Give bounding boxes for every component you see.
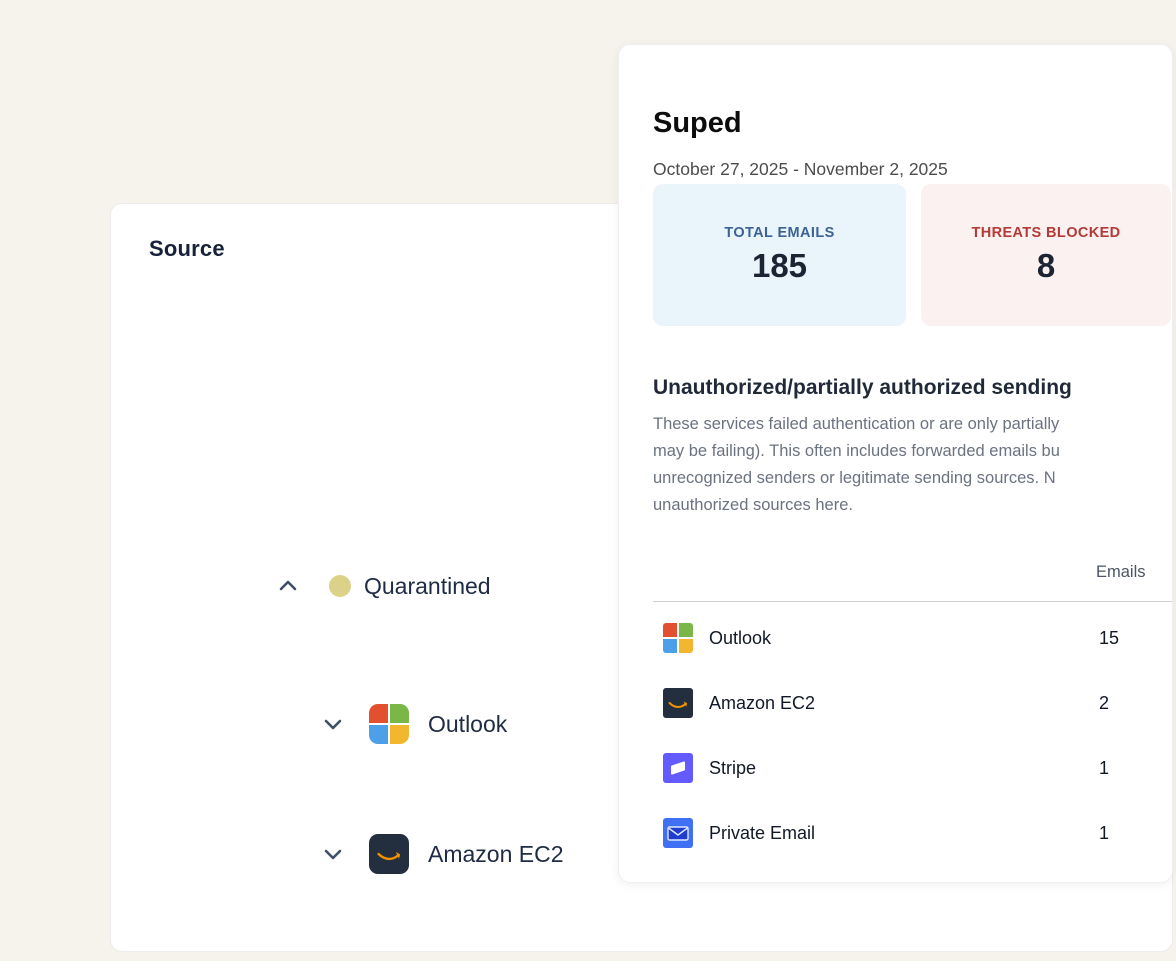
table-row-amazon-ec2: Amazon EC2 2 [653, 688, 1173, 718]
stat-card-total-emails: TOTAL EMAILS 185 [653, 184, 906, 326]
service-email-count: 2 [1099, 693, 1109, 714]
tree-item-amazon-ec2[interactable]: Amazon EC2 [322, 832, 564, 876]
chevron-down-icon[interactable] [322, 843, 344, 865]
chevron-up-icon[interactable] [277, 575, 299, 597]
tree-item-quarantined[interactable]: Quarantined [277, 564, 491, 608]
table-row-private-email: Private Email 1 [653, 818, 1173, 848]
service-email-count: 15 [1099, 628, 1119, 649]
stat-label: TOTAL EMAILS [724, 225, 834, 241]
tree-item-outlook[interactable]: Outlook [322, 702, 507, 746]
description-line: unauthorized sources here. [653, 492, 1173, 519]
table-row-outlook: Outlook 15 [653, 623, 1173, 653]
table-divider [653, 601, 1173, 602]
service-name: Stripe [709, 758, 756, 779]
section-description: These services failed authentication or … [653, 411, 1173, 519]
stat-label: THREATS BLOCKED [971, 225, 1120, 241]
report-title: Suped [653, 107, 742, 140]
amazon-logo-icon [369, 834, 409, 874]
section-heading: Unauthorized/partially authorized sendin… [653, 376, 1173, 400]
quarantined-dot-icon [329, 575, 351, 597]
tree-item-label: Amazon EC2 [428, 841, 564, 868]
tree-item-label: Outlook [428, 711, 507, 738]
chevron-down-icon[interactable] [322, 713, 344, 735]
amazon-logo-icon [663, 688, 693, 718]
source-panel-title: Source [149, 236, 225, 262]
table-row-stripe: Stripe 1 [653, 753, 1173, 783]
private-email-logo-icon [663, 818, 693, 848]
report-panel: Suped October 27, 2025 - November 2, 202… [618, 44, 1173, 883]
service-email-count: 1 [1099, 823, 1109, 844]
microsoft-logo-icon [369, 704, 409, 744]
description-line: unrecognized senders or legitimate sendi… [653, 465, 1173, 492]
viewport: Source Quarantined Outlook [0, 0, 1176, 961]
service-name: Amazon EC2 [709, 693, 815, 714]
service-email-count: 1 [1099, 758, 1109, 779]
report-date-range: October 27, 2025 - November 2, 2025 [653, 159, 948, 180]
tree-item-label: Quarantined [364, 573, 491, 600]
description-line: These services failed authentication or … [653, 411, 1173, 438]
stat-card-threats-blocked: THREATS BLOCKED 8 [921, 184, 1171, 326]
stat-value: 8 [1037, 247, 1055, 285]
microsoft-logo-icon [663, 623, 693, 653]
service-name: Outlook [709, 628, 771, 649]
stat-value: 185 [752, 247, 807, 285]
service-name: Private Email [709, 823, 815, 844]
stripe-logo-icon [663, 753, 693, 783]
description-line: may be failing). This often includes for… [653, 438, 1173, 465]
emails-column-header: Emails [1096, 563, 1146, 582]
